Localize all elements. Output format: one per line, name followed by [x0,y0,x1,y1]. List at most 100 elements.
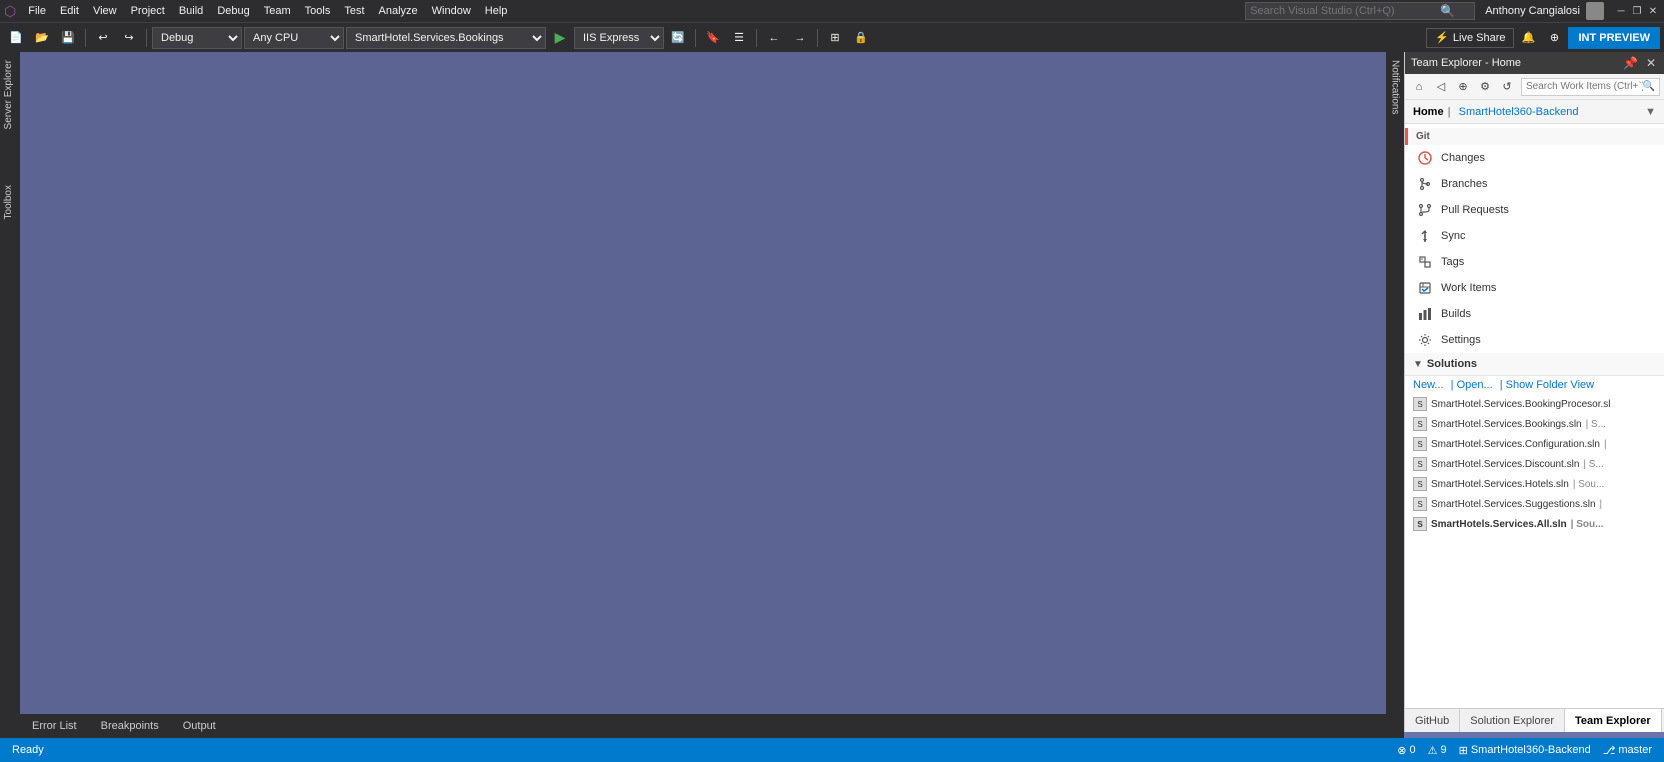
te-settings-btn[interactable]: ⚙ [1475,77,1495,97]
int-preview-button[interactable]: INT PREVIEW [1568,27,1660,49]
close-button[interactable]: ✕ [1646,4,1660,18]
prev-btn[interactable]: ← [762,26,786,50]
menu-window[interactable]: Window [426,3,477,19]
solution-file-5[interactable]: S SmartHotel.Services.Hotels.sln | Sou..… [1405,474,1664,494]
undo-btn[interactable]: ↩ [91,26,115,50]
solution-file-6[interactable]: S SmartHotel.Services.Suggestions.sln | [1405,494,1664,514]
solution-icon-6: S [1413,497,1427,511]
te-pull-requests-item[interactable]: Pull Requests [1405,197,1664,223]
menu-test[interactable]: Test [338,3,370,19]
te-home-btn[interactable]: ⌂ [1409,77,1429,97]
left-panel: Server Explorer Toolbox [0,52,20,762]
next-btn[interactable]: → [788,26,812,50]
status-repo[interactable]: ⊞ SmartHotel360-Backend [1455,744,1595,757]
sync-svg-icon [1418,229,1432,243]
te-changes-item[interactable]: Changes [1405,145,1664,171]
open-btn[interactable]: 📂 [30,26,54,50]
notifications-label: Notifications [1390,60,1401,114]
breakpoints-tab[interactable]: Breakpoints [89,714,171,738]
te-close-btn[interactable]: ✕ [1644,56,1658,70]
te-settings-item[interactable]: Settings [1405,327,1664,353]
tb-sep-3 [695,29,696,47]
feedback-btn[interactable]: 🔔 [1516,26,1540,50]
redo-btn[interactable]: ↪ [117,26,141,50]
save-btn[interactable]: 💾 [56,26,80,50]
te-git-section: Git [1405,128,1664,145]
te-tags-item[interactable]: Tags [1405,249,1664,275]
vs-search-input[interactable] [1250,5,1440,17]
vs-search-box[interactable]: 🔍 [1245,2,1475,20]
te-search-input[interactable] [1526,81,1643,92]
te-github-tab[interactable]: GitHub [1405,709,1460,732]
menu-edit[interactable]: Edit [54,3,85,19]
te-back-btn[interactable]: ◁ [1431,77,1451,97]
te-repo-dropdown[interactable]: ▼ [1645,106,1656,118]
user-avatar[interactable] [1586,2,1604,20]
te-sync-icon [1417,228,1433,244]
solution-file-2[interactable]: S SmartHotel.Services.Bookings.sln | S..… [1405,414,1664,434]
menu-tools[interactable]: Tools [299,3,337,19]
solution-file-7[interactable]: S SmartHotels.Services.All.sln | Sou... [1405,514,1664,534]
menu-help[interactable]: Help [479,3,514,19]
status-ready: Ready [8,744,48,756]
status-right: ⊗ 0 ⚠ 9 ⊞ SmartHotel360-Backend ⎇ master [1393,744,1656,757]
toolbox-tab[interactable]: Toolbox [0,177,20,227]
status-errors[interactable]: ⊗ 0 [1393,744,1419,757]
solution-icon-2: S [1413,417,1427,431]
menu-analyze[interactable]: Analyze [373,3,424,19]
lock-btn[interactable]: 🔒 [849,26,873,50]
output-tab[interactable]: Output [171,714,228,738]
te-separator: | [1448,106,1451,118]
solution-icon-4: S [1413,457,1427,471]
error-list-tab[interactable]: Error List [20,714,89,738]
new-project-btn[interactable]: 📄 [4,26,28,50]
project-dropdown[interactable]: SmartHotel.Services.Bookings [346,27,546,49]
te-solutions-section: ▼ Solutions [1405,353,1664,376]
show-folder-link[interactable]: Show Folder View [1506,379,1594,391]
ext-btn[interactable]: ⊕ [1542,26,1566,50]
menu-debug[interactable]: Debug [211,3,255,19]
te-branches-item[interactable]: Branches [1405,171,1664,197]
live-share-button[interactable]: ⚡ Live Share [1426,28,1514,48]
te-pin-btn[interactable]: 📌 [1621,56,1640,70]
status-warnings[interactable]: ⚠ 9 [1424,744,1451,757]
menu-team[interactable]: Team [258,3,297,19]
bookmark-btn[interactable]: 🔖 [701,26,725,50]
te-refresh-btn[interactable]: ↺ [1497,77,1517,97]
refresh-btn[interactable]: 🔄 [666,26,690,50]
notifications-tab[interactable]: Notifications [1388,52,1403,122]
user-name[interactable]: Anthony Cangialosi [1485,5,1580,17]
te-team-explorer-tab[interactable]: Team Explorer [1565,709,1662,732]
solution-file-1[interactable]: S SmartHotel.Services.BookingProcesor.sl [1405,394,1664,414]
solution-suffix-7: | Sou... [1571,519,1604,530]
window-controls: ─ ❐ ✕ [1614,4,1660,18]
te-work-items-icon [1417,280,1433,296]
format-btn[interactable]: ☰ [727,26,751,50]
solution-file-4[interactable]: S SmartHotel.Services.Discount.sln | S..… [1405,454,1664,474]
run-btn[interactable]: ▶ [548,26,572,50]
menu-file[interactable]: File [22,3,52,19]
status-branch[interactable]: ⎇ master [1599,744,1656,757]
te-work-items-item[interactable]: Work Items [1405,275,1664,301]
te-repo-name[interactable]: SmartHotel360-Backend [1459,106,1579,118]
te-builds-item[interactable]: Builds [1405,301,1664,327]
open-solution-link[interactable]: Open... [1457,379,1493,391]
debug-config-dropdown[interactable]: Debug [152,27,242,49]
work-items-svg-icon [1418,281,1432,295]
iis-dropdown[interactable]: IIS Express [574,27,664,49]
platform-dropdown[interactable]: Any CPU [244,27,344,49]
solution-file-3[interactable]: S SmartHotel.Services.Configuration.sln … [1405,434,1664,454]
te-search-box[interactable]: 🔍 [1521,78,1660,96]
te-solution-explorer-tab[interactable]: Solution Explorer [1460,709,1565,732]
menu-view[interactable]: View [87,3,123,19]
server-explorer-tab[interactable]: Server Explorer [0,52,20,137]
minimize-button[interactable]: ─ [1614,4,1628,18]
menu-project[interactable]: Project [125,3,171,19]
dbg-tool-btn[interactable]: ⊞ [823,26,847,50]
te-home-label: Home [1413,106,1444,118]
new-solution-link[interactable]: New... [1413,379,1444,391]
restore-button[interactable]: ❐ [1630,4,1644,18]
te-connect-btn[interactable]: ⊕ [1453,77,1473,97]
te-sync-item[interactable]: Sync [1405,223,1664,249]
menu-build[interactable]: Build [173,3,209,19]
